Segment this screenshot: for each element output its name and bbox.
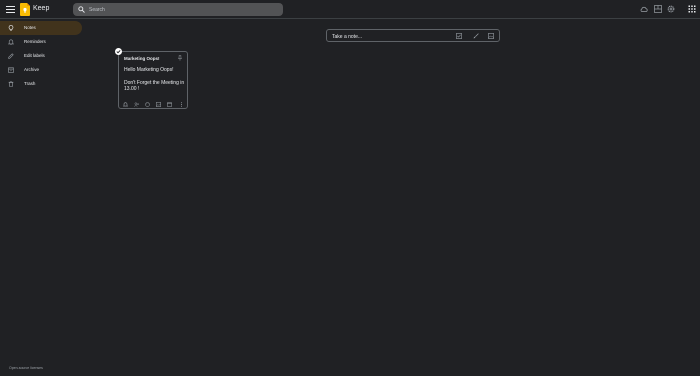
menu-icon[interactable] — [6, 5, 15, 14]
collaborator-icon[interactable] — [134, 102, 139, 107]
top-bar: Keep — [0, 0, 700, 19]
sidebar-item-archive[interactable]: Archive — [0, 63, 82, 77]
search-icon[interactable] — [78, 6, 85, 13]
sidebar-item-notes[interactable]: Notes — [0, 21, 82, 35]
archive-icon[interactable] — [167, 102, 172, 107]
checkbox-icon[interactable] — [456, 33, 462, 39]
app-name: Keep — [33, 5, 50, 12]
note-card[interactable]: Marketing Oops! Hello Marketing Oops! Do… — [118, 51, 188, 109]
settings-icon[interactable] — [667, 5, 675, 13]
search-bar[interactable] — [73, 3, 283, 16]
note-title: Marketing Oops! — [124, 56, 160, 61]
archive-icon — [8, 67, 14, 73]
image-icon[interactable] — [488, 33, 494, 39]
brush-icon[interactable] — [473, 33, 479, 39]
sidebar-item-label: Notes — [24, 25, 36, 30]
sidebar-item-label: Trash — [24, 81, 36, 86]
apps-grid-icon[interactable] — [688, 5, 696, 13]
note-body: Hello Marketing Oops! Don't Forget the M… — [124, 67, 186, 99]
sidebar-item-label: Archive — [24, 67, 40, 72]
sidebar-item-trash[interactable]: Trash — [0, 77, 82, 91]
note-line: Don't Forget the Meeting in 13.00 ! — [124, 79, 185, 93]
take-note-placeholder[interactable]: Take a note... — [332, 34, 362, 40]
pin-icon[interactable] — [177, 55, 183, 61]
palette-icon[interactable] — [145, 102, 150, 107]
open-source-licenses-link[interactable]: Open-source licenses — [9, 366, 43, 370]
cloud-icon[interactable] — [640, 5, 648, 13]
sidebar-item-label: Reminders — [24, 39, 46, 44]
note-line: Hello Marketing Oops! — [124, 67, 174, 73]
search-input[interactable] — [89, 3, 279, 16]
note-toolbar — [123, 102, 187, 107]
sidebar-item-reminders[interactable]: Reminders — [0, 35, 82, 49]
bell-icon — [8, 39, 14, 45]
pencil-icon — [8, 53, 14, 59]
take-note-bar[interactable]: Take a note... — [326, 29, 500, 42]
trash-icon — [8, 81, 14, 87]
list-view-icon[interactable] — [654, 5, 662, 13]
more-icon[interactable] — [179, 102, 184, 107]
image-icon[interactable] — [156, 102, 161, 107]
lightbulb-icon — [8, 25, 14, 31]
sidebar: Notes Reminders Edit labels Archive Tras… — [0, 21, 82, 91]
keep-logo[interactable] — [20, 3, 30, 16]
select-note-check-icon[interactable] — [115, 48, 122, 55]
sidebar-item-edit-labels[interactable]: Edit labels — [0, 49, 82, 63]
bell-icon[interactable] — [123, 102, 128, 107]
sidebar-item-label: Edit labels — [24, 53, 45, 58]
